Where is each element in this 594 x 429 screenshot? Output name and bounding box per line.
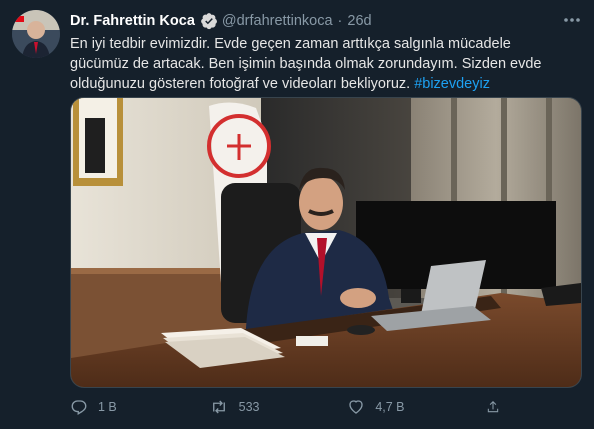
separator-dot: · [337, 13, 343, 29]
retweet-button[interactable]: 533 [209, 398, 319, 416]
tweet-photo [71, 98, 581, 387]
avatar[interactable] [12, 10, 60, 58]
avatar-image [12, 10, 60, 58]
like-count: 4,7 B [375, 400, 405, 414]
reply-count: 1 B [98, 400, 117, 414]
like-button[interactable]: 4,7 B [347, 398, 457, 416]
retweet-count: 533 [238, 400, 260, 414]
more-options-icon[interactable] [562, 11, 582, 29]
hashtag-link[interactable]: #bizevdeyiz [414, 76, 490, 92]
share-button[interactable] [486, 398, 510, 416]
reply-icon [71, 400, 87, 415]
author-handle[interactable]: @drfahrettinkoca [222, 13, 333, 29]
tweet-text: En iyi tedbir evimizdir. Evde geçen zama… [70, 34, 570, 94]
tweet-actions: 1 B 533 4,7 B [70, 395, 510, 419]
share-icon [487, 401, 499, 413]
like-icon [349, 400, 363, 414]
tweet-header: Dr. Fahrettin Koca @drfahrettinkoca · 26… [70, 11, 582, 31]
verified-badge-icon [200, 12, 218, 30]
retweet-icon [212, 400, 225, 414]
tweet-media[interactable] [70, 97, 582, 388]
author-name[interactable]: Dr. Fahrettin Koca [70, 13, 195, 29]
reply-button[interactable]: 1 B [70, 398, 180, 416]
tweet-time[interactable]: 26d [347, 13, 371, 29]
